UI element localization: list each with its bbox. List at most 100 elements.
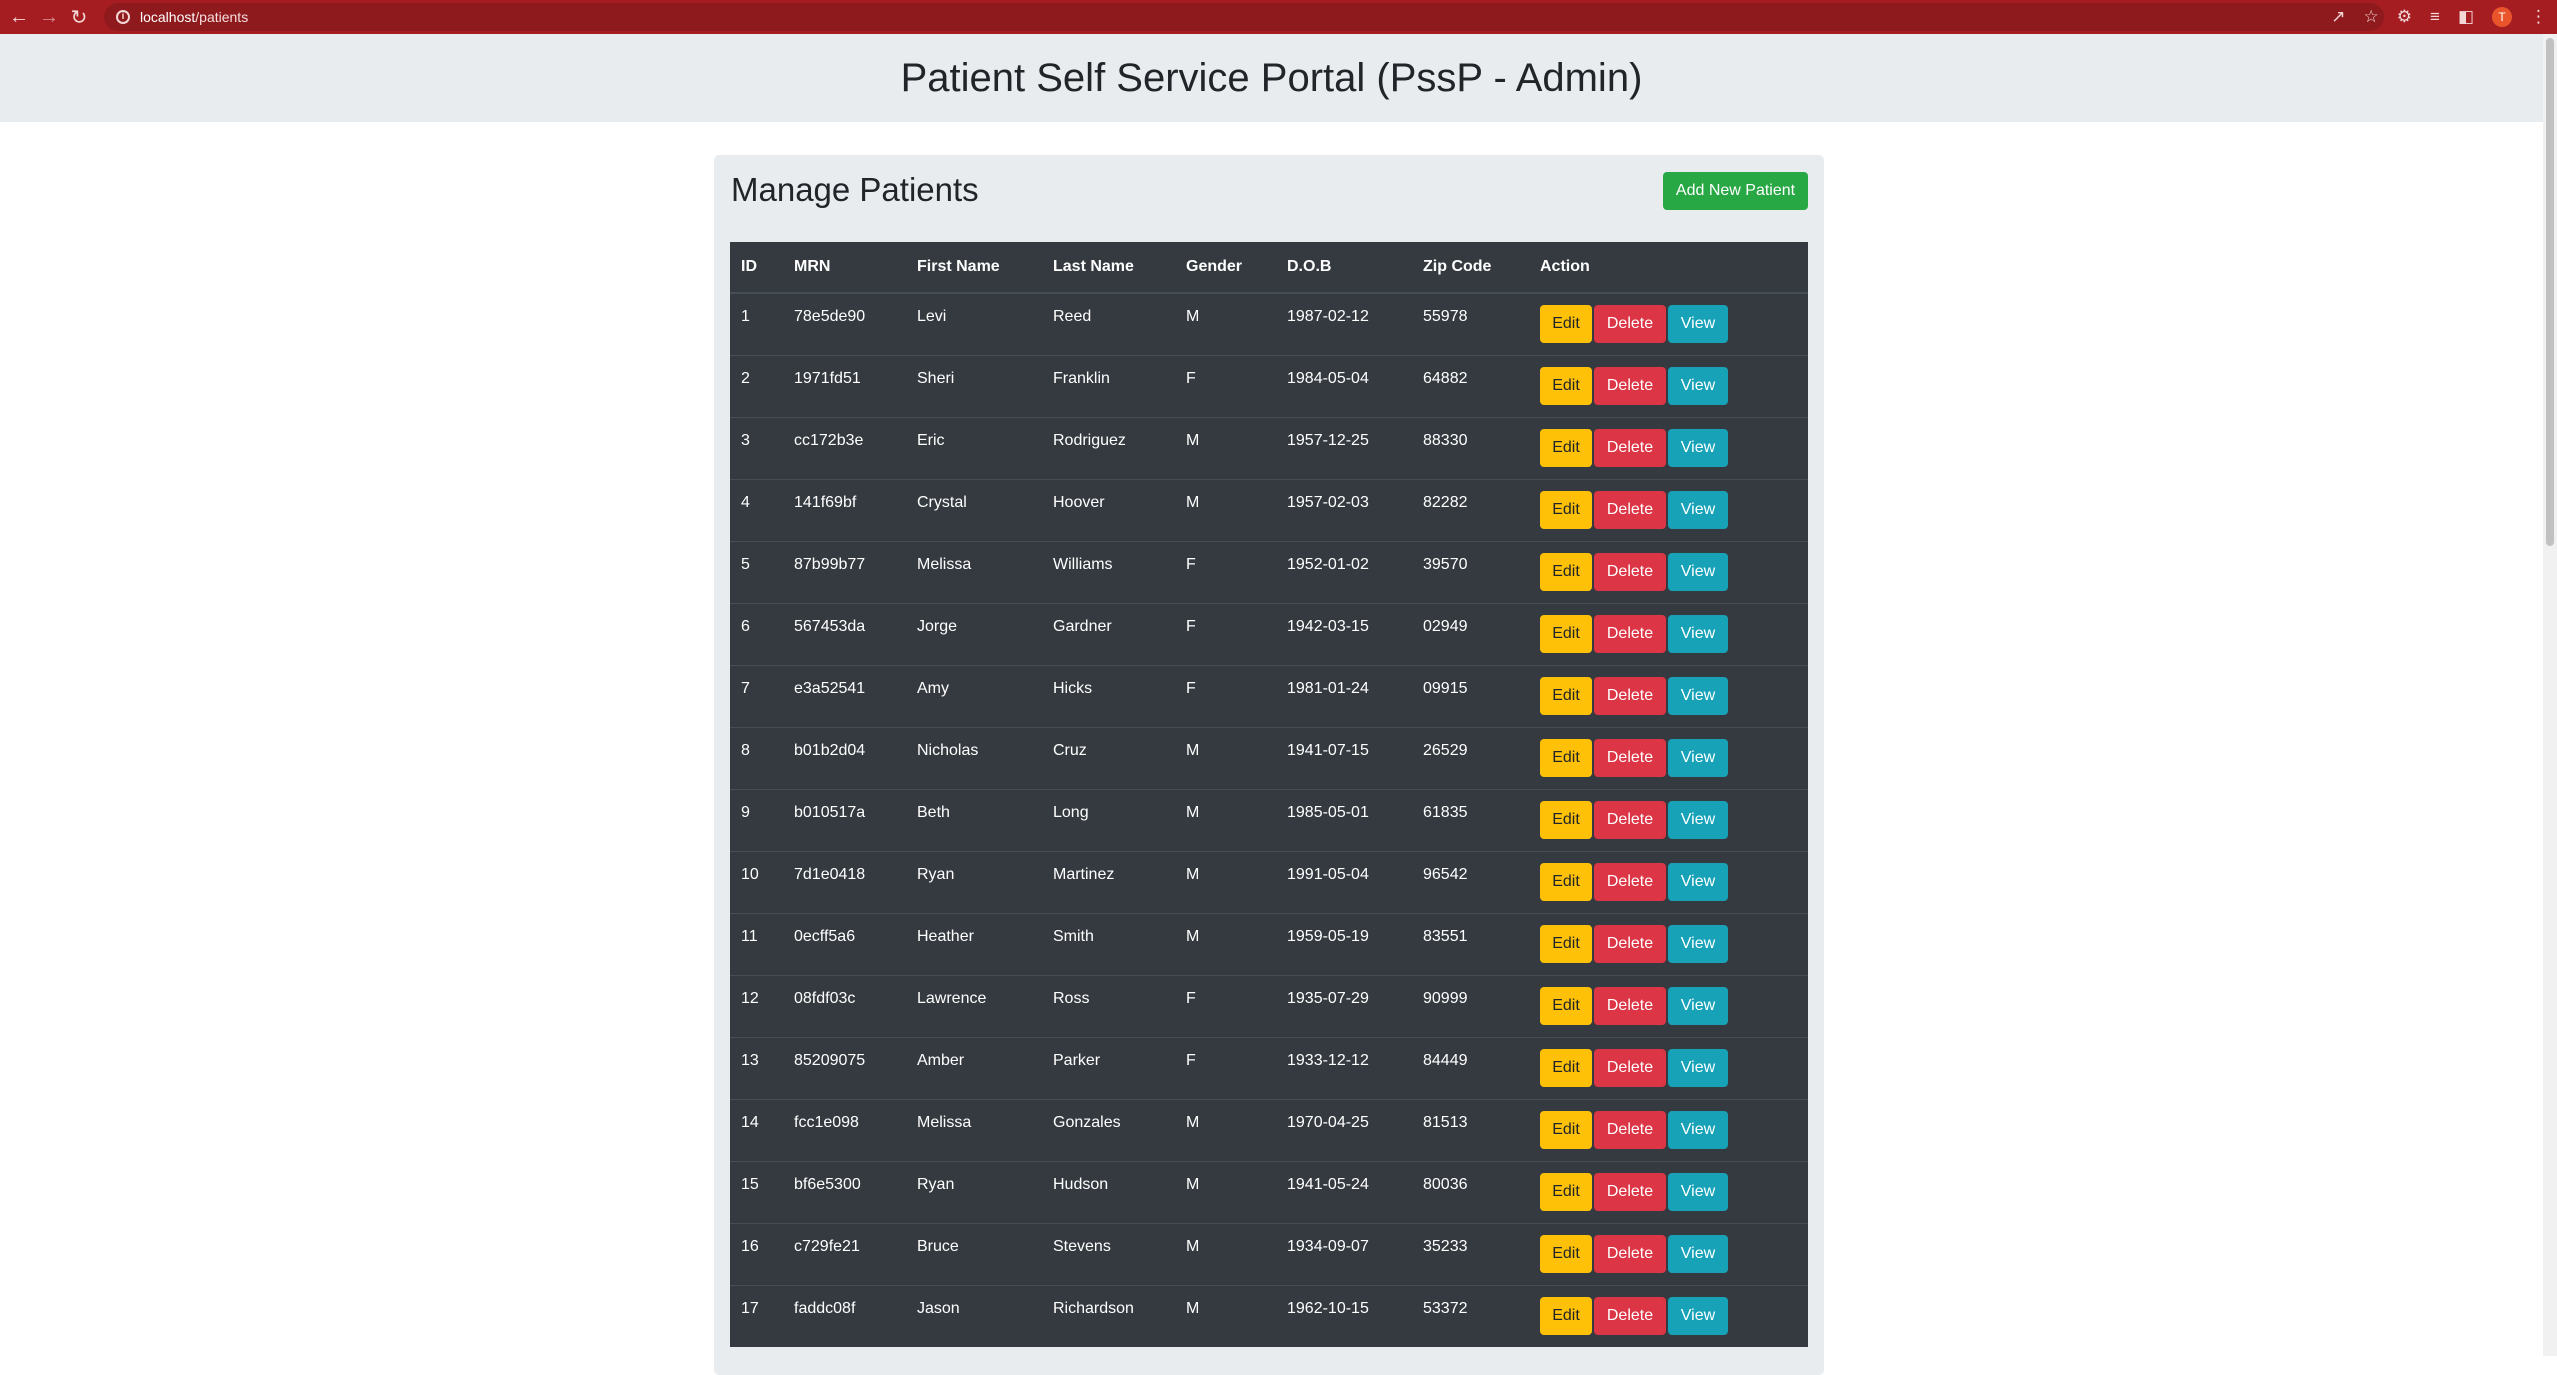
info-icon[interactable]: i: [116, 10, 130, 24]
delete-button[interactable]: Delete: [1594, 1234, 1666, 1273]
delete-button[interactable]: Delete: [1594, 986, 1666, 1025]
view-button[interactable]: View: [1668, 1234, 1728, 1273]
cell-actions: Edit Delete View: [1529, 1284, 1808, 1347]
view-button[interactable]: View: [1668, 986, 1728, 1025]
back-icon[interactable]: ←: [4, 2, 34, 32]
view-button[interactable]: View: [1668, 1048, 1728, 1087]
edit-button[interactable]: Edit: [1540, 428, 1592, 467]
table-row: 9 b010517a Beth Long M 1985-05-01 61835 Edit Del…: [730, 788, 1808, 851]
address-bar[interactable]: i localhost/patients: [104, 3, 2384, 31]
table-row: 15 bf6e5300 Ryan Hudson M 1941-05-24 80036 Edit…: [730, 1160, 1808, 1223]
delete-button[interactable]: Delete: [1594, 924, 1666, 963]
table-row: 3 cc172b3e Eric Rodriguez M 1957-12-25 88330 Ed…: [730, 416, 1808, 479]
view-button[interactable]: View: [1668, 924, 1728, 963]
delete-button[interactable]: Delete: [1594, 1048, 1666, 1087]
view-button[interactable]: View: [1668, 428, 1728, 467]
view-button[interactable]: View: [1668, 676, 1728, 715]
cell-actions: Edit Delete View: [1529, 354, 1808, 417]
edit-button[interactable]: Edit: [1540, 614, 1592, 653]
edit-button[interactable]: Edit: [1540, 1048, 1592, 1087]
cell-dob: 1957-02-03: [1276, 478, 1412, 541]
menu-icon[interactable]: ⋮: [2530, 7, 2547, 27]
page-header: Patient Self Service Portal (PssP - Admi…: [0, 34, 2543, 122]
table-row: 11 0ecff5a6 Heather Smith M 1959-05-19 83551 Ed…: [730, 912, 1808, 975]
delete-button[interactable]: Delete: [1594, 366, 1666, 405]
edit-button[interactable]: Edit: [1540, 552, 1592, 591]
extensions-icon[interactable]: ⚙: [2397, 7, 2412, 27]
edit-button[interactable]: Edit: [1540, 800, 1592, 839]
forward-icon[interactable]: →: [34, 2, 64, 32]
cell-gender: F: [1175, 1036, 1276, 1099]
column-header: MRN: [783, 242, 906, 294]
cell-last-name: Hoover: [1042, 478, 1175, 541]
edit-button[interactable]: Edit: [1540, 366, 1592, 405]
delete-button[interactable]: Delete: [1594, 676, 1666, 715]
view-button[interactable]: View: [1668, 1296, 1728, 1335]
table-row: 10 7d1e0418 Ryan Martinez M 1991-05-04 96542 Ed…: [730, 850, 1808, 913]
cell-actions: Edit Delete View: [1529, 664, 1808, 727]
delete-button[interactable]: Delete: [1594, 862, 1666, 901]
edit-button[interactable]: Edit: [1540, 1296, 1592, 1335]
edit-button[interactable]: Edit: [1540, 676, 1592, 715]
cell-actions: Edit Delete View: [1529, 788, 1808, 851]
card-title: Manage Patients: [731, 171, 979, 208]
url-path: /patients: [195, 9, 249, 25]
side-panel-icon[interactable]: ◧: [2458, 7, 2474, 27]
edit-button[interactable]: Edit: [1540, 1234, 1592, 1273]
cell-dob: 1970-04-25: [1276, 1098, 1412, 1161]
url-text[interactable]: localhost/patients: [140, 9, 248, 25]
cell-last-name: Ross: [1042, 974, 1175, 1037]
cell-dob: 1952-01-02: [1276, 540, 1412, 603]
add-new-patient-button[interactable]: Add New Patient: [1663, 172, 1808, 210]
view-button[interactable]: View: [1668, 738, 1728, 777]
delete-button[interactable]: Delete: [1594, 552, 1666, 591]
page-scrollbar[interactable]: [2543, 34, 2557, 1356]
delete-button[interactable]: Delete: [1594, 1296, 1666, 1335]
delete-button[interactable]: Delete: [1594, 800, 1666, 839]
cell-gender: F: [1175, 540, 1276, 603]
table-row: 14 fcc1e098 Melissa Gonzales M 1970-04-25 8151…: [730, 1098, 1808, 1161]
edit-button[interactable]: Edit: [1540, 490, 1592, 529]
table-row: 16 c729fe21 Bruce Stevens M 1934-09-07 35233 Ed…: [730, 1222, 1808, 1285]
cell-first-name: Eric: [906, 416, 1042, 479]
edit-button[interactable]: Edit: [1540, 862, 1592, 901]
cell-dob: 1991-05-04: [1276, 850, 1412, 913]
edit-button[interactable]: Edit: [1540, 1110, 1592, 1149]
cell-zip-code: 80036: [1412, 1160, 1529, 1223]
view-button[interactable]: View: [1668, 366, 1728, 405]
delete-button[interactable]: Delete: [1594, 490, 1666, 529]
view-button[interactable]: View: [1668, 800, 1728, 839]
view-button[interactable]: View: [1668, 552, 1728, 591]
profile-avatar[interactable]: T: [2492, 7, 2512, 27]
cell-id: 15: [730, 1160, 783, 1223]
cell-dob: 1934-09-07: [1276, 1222, 1412, 1285]
edit-button[interactable]: Edit: [1540, 986, 1592, 1025]
view-button[interactable]: View: [1668, 305, 1728, 343]
delete-button[interactable]: Delete: [1594, 428, 1666, 467]
delete-button[interactable]: Delete: [1594, 614, 1666, 653]
view-button[interactable]: View: [1668, 1172, 1728, 1211]
delete-button[interactable]: Delete: [1594, 305, 1666, 343]
delete-button[interactable]: Delete: [1594, 1110, 1666, 1149]
column-header: First Name: [906, 242, 1042, 294]
star-icon[interactable]: ☆: [2364, 7, 2379, 27]
view-button[interactable]: View: [1668, 1110, 1728, 1149]
view-button[interactable]: View: [1668, 490, 1728, 529]
reading-list-icon[interactable]: ≡: [2430, 7, 2440, 27]
view-button[interactable]: View: [1668, 614, 1728, 653]
cell-dob: 1942-03-15: [1276, 602, 1412, 665]
delete-button[interactable]: Delete: [1594, 738, 1666, 777]
delete-button[interactable]: Delete: [1594, 1172, 1666, 1211]
edit-button[interactable]: Edit: [1540, 1172, 1592, 1211]
share-icon[interactable]: ↗: [2331, 7, 2345, 27]
cell-last-name: Stevens: [1042, 1222, 1175, 1285]
edit-button[interactable]: Edit: [1540, 924, 1592, 963]
cell-actions: Edit Delete View: [1529, 850, 1808, 913]
edit-button[interactable]: Edit: [1540, 738, 1592, 777]
scrollbar-thumb[interactable]: [2546, 38, 2554, 546]
cell-zip-code: 35233: [1412, 1222, 1529, 1285]
reload-icon[interactable]: ↻: [64, 2, 94, 32]
view-button[interactable]: View: [1668, 862, 1728, 901]
cell-mrn: cc172b3e: [783, 416, 906, 479]
edit-button[interactable]: Edit: [1540, 305, 1592, 343]
